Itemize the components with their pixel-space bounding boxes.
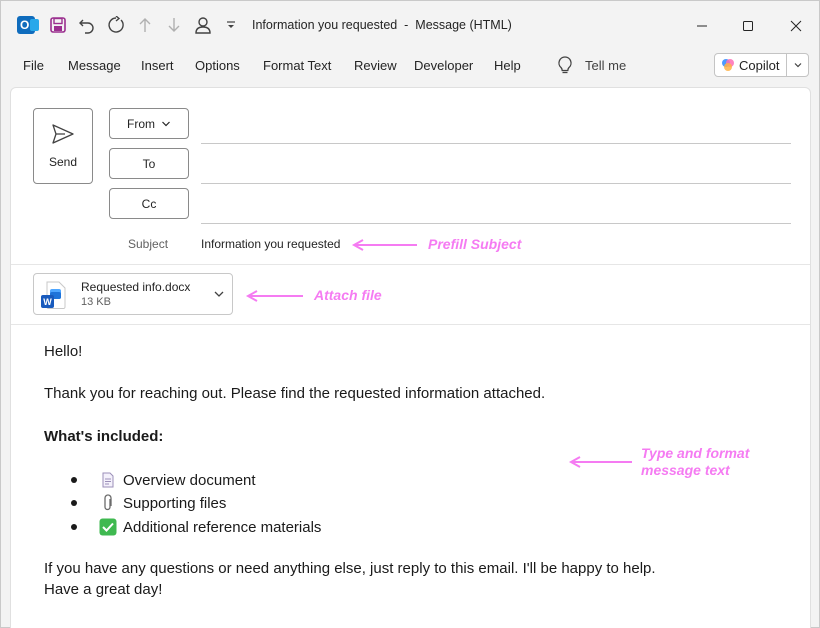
tell-me-search[interactable]: Tell me: [557, 55, 626, 75]
tab-review[interactable]: Review: [354, 58, 397, 73]
annotation-line-2: message text: [641, 462, 730, 478]
chevron-down-icon: [162, 121, 170, 126]
annotation-arrow-left-icon: [351, 239, 417, 251]
body-greeting: Hello!: [44, 343, 83, 360]
divider: [11, 264, 810, 265]
to-label: To: [142, 156, 156, 171]
maximize-icon: [743, 21, 753, 31]
copilot-button[interactable]: Copilot: [714, 53, 809, 77]
chevron-down-icon: [794, 63, 801, 68]
copilot-dropdown[interactable]: [787, 60, 808, 70]
tab-developer[interactable]: Developer: [414, 58, 473, 73]
annotation-arrow-left-icon: [568, 456, 632, 468]
tab-help[interactable]: Help: [494, 58, 521, 73]
annotation-arrow-left-icon: [245, 290, 303, 302]
attachment-card[interactable]: W Requested info.docx 13 KB: [33, 273, 233, 315]
annotation-type-format: Type and format message text: [641, 445, 749, 479]
lightbulb-icon: [558, 56, 572, 74]
copilot-icon: [722, 59, 734, 71]
to-field[interactable]: [201, 183, 791, 184]
send-button[interactable]: Send: [33, 108, 93, 184]
redo-icon[interactable]: [105, 14, 127, 36]
attachment-name: Requested info.docx: [81, 280, 191, 294]
tab-format-text[interactable]: Format Text: [263, 58, 331, 73]
annotation-line-1: Type and format: [641, 445, 750, 461]
attachment-size: 13 KB: [81, 296, 111, 308]
person-icon[interactable]: [192, 14, 214, 36]
list-item: Supporting files: [44, 494, 226, 512]
maximize-button[interactable]: [725, 10, 771, 42]
cc-field[interactable]: [201, 223, 791, 224]
title-bar: O Information you requested - Message (H…: [1, 1, 819, 51]
copilot-label: Copilot: [739, 57, 780, 73]
send-label: Send: [48, 155, 78, 169]
list-item-text: Additional reference materials: [123, 518, 322, 536]
checkmark-icon: [99, 518, 117, 536]
subject-field[interactable]: Information you requested: [201, 237, 340, 251]
minimize-button[interactable]: [679, 10, 725, 42]
cc-button[interactable]: Cc: [109, 188, 189, 219]
ribbon-menu-bar: File Message Insert Options Format Text …: [1, 51, 819, 81]
chevron-down-icon[interactable]: [213, 288, 225, 300]
close-button[interactable]: [773, 10, 819, 42]
tell-me-label: Tell me: [585, 57, 627, 73]
list-item: Overview document: [44, 471, 256, 489]
outlook-message-window: O Information you requested - Message (H…: [0, 0, 820, 628]
page-icon: [99, 471, 117, 489]
list-item-text: Supporting files: [123, 494, 227, 512]
annotation-attach-file: Attach file: [314, 287, 382, 303]
list-item: Additional reference materials: [44, 518, 321, 536]
arrow-up-icon[interactable]: [134, 14, 156, 36]
body-closing-2: Have a great day!: [44, 581, 163, 598]
tab-file[interactable]: File: [23, 58, 44, 73]
word-document-icon: W: [41, 281, 66, 309]
list-item-text: Overview document: [123, 471, 256, 489]
body-included-heading: What's included:: [44, 428, 164, 445]
outlook-app-icon: O: [15, 14, 39, 36]
compose-pane: Send From To Cc Subject Information you …: [10, 87, 811, 628]
cc-label: Cc: [141, 196, 157, 211]
paperclip-icon: [99, 494, 117, 512]
arrow-down-icon[interactable]: [163, 14, 185, 36]
body-intro: Thank you for reaching out. Please find …: [44, 385, 546, 402]
window-title: Information you requested - Message (HTM…: [252, 18, 512, 32]
to-button[interactable]: To: [109, 148, 189, 179]
send-icon: [52, 124, 74, 144]
subject-label: Subject: [128, 237, 169, 251]
tab-insert[interactable]: Insert: [141, 58, 174, 73]
body-closing-1: If you have any questions or need anythi…: [44, 560, 656, 577]
save-icon[interactable]: [47, 14, 69, 36]
from-label: From: [127, 116, 155, 131]
tab-message[interactable]: Message: [68, 58, 121, 73]
close-icon: [790, 20, 802, 32]
divider: [11, 324, 810, 325]
svg-text:W: W: [43, 297, 52, 307]
tab-options[interactable]: Options: [195, 58, 240, 73]
from-button[interactable]: From: [109, 108, 189, 139]
annotation-prefill-subject: Prefill Subject: [428, 236, 522, 252]
undo-icon[interactable]: [76, 14, 98, 36]
from-field[interactable]: [201, 143, 791, 144]
minimize-icon: [697, 25, 707, 27]
customize-toolbar-icon[interactable]: [220, 14, 242, 36]
